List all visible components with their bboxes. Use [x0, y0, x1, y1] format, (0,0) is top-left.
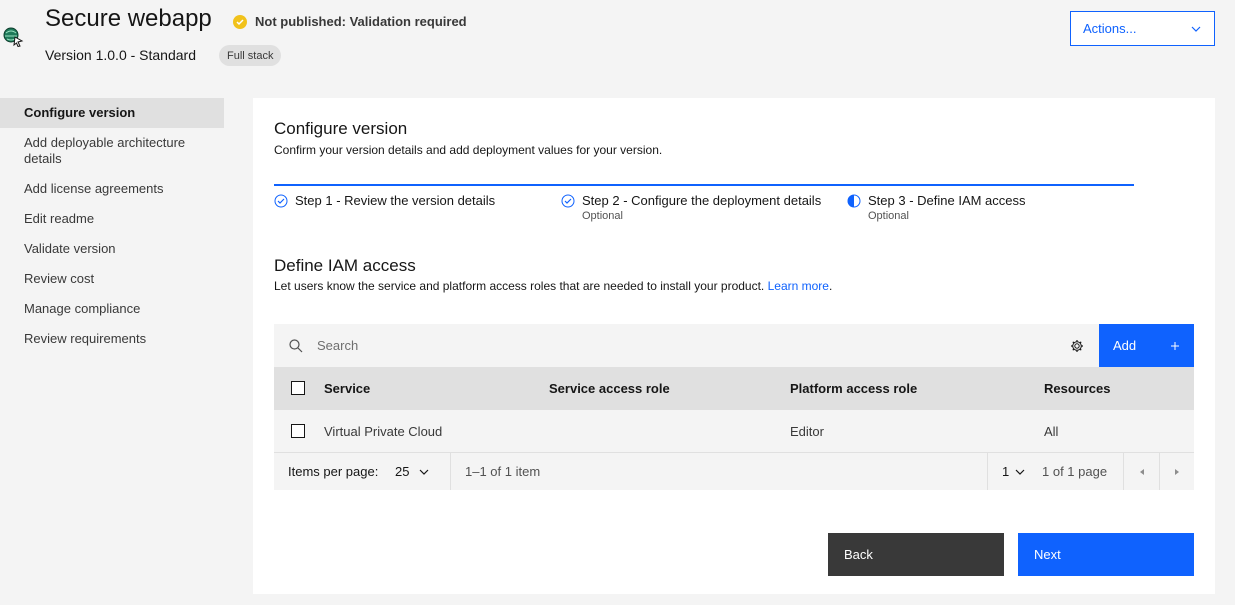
- iam-title: Define IAM access: [274, 256, 416, 275]
- main-panel: Configure version Confirm your version d…: [253, 98, 1215, 594]
- section-description: Confirm your version details and add dep…: [274, 143, 663, 157]
- search-icon: [289, 338, 303, 352]
- back-button[interactable]: Back: [828, 533, 1004, 576]
- items-per-page-label: Items per page:: [288, 464, 379, 479]
- chevron-down-icon: [420, 469, 429, 475]
- actions-label: Actions...: [1083, 21, 1137, 36]
- next-button[interactable]: Next: [1018, 533, 1194, 576]
- nav-item-validate-version[interactable]: Validate version: [0, 234, 224, 264]
- col-resources[interactable]: Resources: [1044, 381, 1110, 396]
- table-toolbar: Add: [274, 324, 1194, 367]
- page-title: Secure webapp: [45, 5, 212, 32]
- step-3[interactable]: Step 3 - Define IAM access Optional: [847, 193, 1026, 222]
- chevron-down-icon: [1015, 469, 1025, 475]
- step-2-label: Step 2 - Configure the deployment detail…: [582, 193, 822, 208]
- section-title: Configure version: [274, 119, 408, 138]
- next-page-button[interactable]: [1160, 453, 1194, 490]
- publish-status: Not published: Validation required: [233, 14, 467, 29]
- table-row[interactable]: Virtual Private Cloud Editor All: [274, 410, 1194, 453]
- warning-status-icon: [233, 14, 247, 29]
- step-3-label: Step 3 - Define IAM access: [868, 193, 1026, 208]
- page-select[interactable]: 1: [1002, 453, 1025, 490]
- cell-resources: All: [1044, 424, 1059, 439]
- items-per-page-value: 25: [395, 464, 410, 479]
- checkmark-outline-icon: [561, 194, 575, 208]
- page-value: 1: [1002, 464, 1010, 479]
- col-service-access-role[interactable]: Service access role: [549, 381, 670, 396]
- side-nav: Configure version Add deployable archite…: [0, 98, 224, 354]
- nav-item-add-license-agreements[interactable]: Add license agreements: [0, 174, 224, 204]
- iam-description: Let users know the service and platform …: [274, 279, 833, 293]
- learn-more-link[interactable]: Learn more: [768, 279, 829, 293]
- step-2[interactable]: Step 2 - Configure the deployment detail…: [561, 193, 821, 222]
- add-button[interactable]: Add: [1099, 324, 1194, 367]
- col-platform-access-role[interactable]: Platform access role: [790, 381, 917, 396]
- nav-item-review-cost[interactable]: Review cost: [0, 264, 224, 294]
- items-range: 1–1 of 1 item: [465, 464, 541, 479]
- chevron-down-icon: [1191, 26, 1201, 32]
- row-checkbox[interactable]: [291, 424, 305, 438]
- app-globe-icon: [2, 25, 24, 48]
- page-of: 1 of 1 page: [1042, 464, 1108, 479]
- settings-gear-icon[interactable]: [1057, 324, 1097, 367]
- prev-page-button[interactable]: [1124, 453, 1159, 490]
- search-input[interactable]: [317, 338, 1057, 353]
- status-text: Not published: Validation required: [255, 14, 467, 29]
- version-label: Version 1.0.0 - Standard: [45, 47, 196, 63]
- cell-service: Virtual Private Cloud: [324, 424, 443, 439]
- full-stack-tag: Full stack: [219, 45, 282, 66]
- col-service[interactable]: Service: [324, 381, 370, 396]
- select-all-checkbox[interactable]: [291, 381, 305, 395]
- add-label: Add: [1113, 338, 1137, 353]
- caret-right-icon: [1175, 468, 1179, 475]
- cell-platform-role: Editor: [790, 424, 824, 439]
- nav-item-configure-version[interactable]: Configure version: [0, 98, 224, 128]
- step-3-sub: Optional: [868, 210, 909, 222]
- step-2-sub: Optional: [582, 210, 623, 222]
- nav-item-manage-compliance[interactable]: Manage compliance: [0, 294, 224, 324]
- nav-item-review-requirements[interactable]: Review requirements: [0, 324, 224, 354]
- pagination: Items per page: 25 1–1 of 1 item 1 1 of …: [274, 453, 1194, 490]
- table-header: Service Service access role Platform acc…: [274, 367, 1194, 410]
- checkmark-outline-icon: [274, 194, 288, 208]
- plus-icon: [1171, 341, 1179, 350]
- nav-item-add-deployable-architecture[interactable]: Add deployable architecture details: [0, 128, 224, 174]
- nav-item-edit-readme[interactable]: Edit readme: [0, 204, 224, 234]
- current-step-icon: [847, 194, 861, 208]
- step-1-label: Step 1 - Review the version details: [295, 193, 496, 208]
- caret-left-icon: [1139, 468, 1144, 475]
- items-per-page-select[interactable]: 25: [395, 453, 429, 490]
- step-1[interactable]: Step 1 - Review the version details: [274, 193, 495, 208]
- progress-indicator-line: [274, 184, 1134, 186]
- actions-dropdown[interactable]: Actions...: [1070, 11, 1215, 46]
